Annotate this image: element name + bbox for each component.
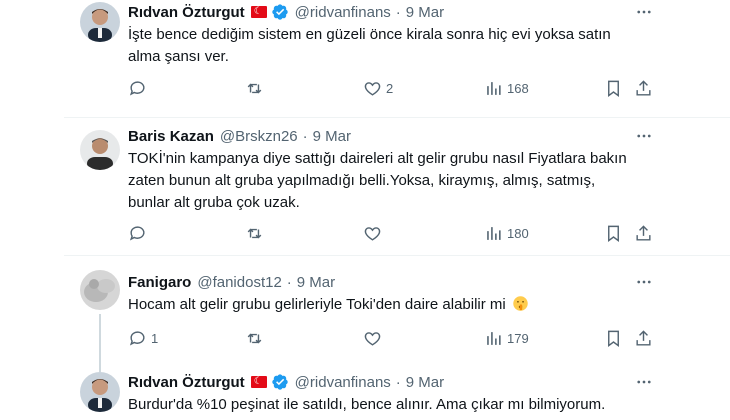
tweet-header: Rıdvan Özturgut ☾ @ridvanfinans · 9 Mar bbox=[128, 372, 444, 392]
author-handle[interactable]: @fanidost12 bbox=[197, 274, 281, 291]
separator-dot: · bbox=[286, 273, 292, 291]
views-count: 179 bbox=[507, 331, 529, 346]
separator-dot: · bbox=[395, 373, 401, 391]
retweet-button[interactable] bbox=[245, 329, 264, 348]
tweet-actions: 1 179 bbox=[118, 329, 658, 351]
turkey-flag-icon: ☾ bbox=[250, 6, 267, 18]
avatar[interactable] bbox=[80, 130, 120, 170]
author-handle[interactable]: @ridvanfinans bbox=[295, 4, 391, 21]
share-icon bbox=[636, 225, 651, 241]
tweet-text-line: alma şansı ver. bbox=[128, 48, 229, 65]
tweet-text: TOKİ'nin kampanya diye sattığı daireleri… bbox=[128, 148, 648, 214]
views-button[interactable]: 180 bbox=[484, 224, 529, 243]
retweet-icon bbox=[247, 228, 262, 239]
tweet-header: Rıdvan Özturgut ☾ @ridvanfinans · 9 Mar bbox=[128, 2, 444, 22]
tweet-header: Fanigaro @fanidost12 · 9 Mar bbox=[128, 272, 335, 292]
views-icon bbox=[487, 227, 501, 240]
tweet-text: İşte bence dediğim sistem en güzeli önce… bbox=[128, 24, 648, 68]
retweet-icon bbox=[247, 333, 262, 344]
tweet-text-line: bunlar alt gruba çok uzak. bbox=[128, 194, 300, 211]
tweet-date[interactable]: 9 Mar bbox=[406, 374, 444, 391]
tweet-actions: 180 bbox=[118, 224, 658, 246]
views-count: 168 bbox=[507, 81, 529, 96]
views-icon bbox=[487, 332, 501, 345]
tweet-header: Baris Kazan @Brskzn26 · 9 Mar bbox=[128, 126, 351, 146]
tweet-date[interactable]: 9 Mar bbox=[297, 274, 335, 291]
share-button[interactable] bbox=[634, 224, 653, 243]
author-name[interactable]: Baris Kazan bbox=[128, 128, 214, 145]
retweet-button[interactable] bbox=[245, 79, 268, 98]
share-icon bbox=[636, 330, 651, 346]
tweet-actions: 2 168 bbox=[118, 79, 658, 101]
author-name[interactable]: Fanigaro bbox=[128, 274, 191, 291]
tweet-3[interactable]: Fanigaro @fanidost12 · 9 Mar Hocam alt g… bbox=[0, 256, 730, 372]
reply-icon bbox=[129, 226, 145, 241]
retweet-icon bbox=[247, 83, 262, 94]
more-horizontal-icon[interactable] bbox=[634, 2, 654, 22]
tweet-text-line: TOKİ'nin kampanya diye sattığı daireleri… bbox=[128, 150, 627, 167]
share-button[interactable] bbox=[634, 79, 653, 98]
turkey-flag-icon: ☾ bbox=[250, 376, 267, 388]
reply-count: 1 bbox=[151, 331, 159, 346]
verified-badge-icon bbox=[271, 4, 288, 20]
views-button[interactable]: 179 bbox=[484, 329, 529, 348]
reply-button[interactable] bbox=[128, 224, 147, 243]
tweet-2[interactable]: Baris Kazan @Brskzn26 · 9 Mar TOKİ'nin k… bbox=[0, 118, 730, 255]
bookmark-icon bbox=[608, 80, 619, 98]
tweet-date[interactable]: 9 Mar bbox=[406, 4, 444, 21]
verified-badge-icon bbox=[271, 374, 288, 390]
tweet-4[interactable]: Rıdvan Özturgut ☾ @ridvanfinans · 9 Mar … bbox=[0, 356, 730, 420]
heart-icon bbox=[364, 227, 381, 241]
tweet-1[interactable]: Rıdvan Özturgut ☾ @ridvanfinans · 9 Mar … bbox=[0, 0, 730, 118]
reply-button[interactable]: 1 bbox=[128, 329, 158, 348]
tweet-text-line: Burdur'da %10 peşinat ile satıldı, bence… bbox=[128, 396, 606, 413]
like-button[interactable] bbox=[363, 329, 382, 348]
tweet-text: Burdur'da %10 peşinat ile satıldı, bence… bbox=[128, 394, 648, 416]
like-button[interactable]: 2 bbox=[363, 79, 393, 98]
tweet-text-line: İşte bence dediğim sistem en güzeli önce… bbox=[128, 26, 611, 43]
tweet-text: Hocam alt gelir grubu gelirleriyle Toki'… bbox=[128, 294, 648, 316]
like-count: 2 bbox=[386, 81, 394, 96]
avatar[interactable] bbox=[80, 2, 120, 42]
separator-dot: · bbox=[302, 127, 308, 145]
more-horizontal-icon[interactable] bbox=[634, 272, 654, 292]
avatar[interactable] bbox=[80, 270, 120, 310]
more-horizontal-icon[interactable] bbox=[634, 126, 654, 146]
tweet-date[interactable]: 9 Mar bbox=[313, 128, 351, 145]
views-count: 180 bbox=[507, 226, 529, 241]
author-handle[interactable]: @ridvanfinans bbox=[295, 374, 391, 391]
heart-icon bbox=[364, 82, 381, 96]
bookmark-button[interactable] bbox=[604, 329, 623, 348]
like-button[interactable] bbox=[363, 224, 382, 243]
bookmark-button[interactable] bbox=[604, 79, 623, 98]
author-name[interactable]: Rıdvan Özturgut bbox=[128, 4, 245, 21]
retweet-button[interactable] bbox=[245, 224, 264, 243]
share-button[interactable] bbox=[634, 329, 653, 348]
views-button[interactable]: 168 bbox=[484, 79, 529, 98]
bookmark-button[interactable] bbox=[604, 224, 623, 243]
reply-button[interactable] bbox=[128, 79, 151, 98]
reply-icon bbox=[129, 81, 145, 96]
author-name[interactable]: Rıdvan Özturgut bbox=[128, 374, 245, 391]
share-icon bbox=[636, 80, 651, 96]
views-icon bbox=[487, 82, 501, 95]
tweet-text-line: zaten bunun alt gruba yapılmadığı belli.… bbox=[128, 172, 596, 189]
bookmark-icon bbox=[608, 225, 619, 243]
more-horizontal-icon[interactable] bbox=[634, 372, 654, 392]
tweet-text-line: Hocam alt gelir grubu gelirleriyle Toki'… bbox=[128, 296, 506, 313]
reply-icon bbox=[129, 331, 145, 346]
avatar[interactable] bbox=[80, 372, 120, 412]
separator-dot: · bbox=[395, 3, 401, 21]
bookmark-icon bbox=[608, 330, 619, 348]
author-handle[interactable]: @Brskzn26 bbox=[220, 128, 298, 145]
shushing-face-emoji bbox=[513, 296, 528, 311]
heart-icon bbox=[364, 332, 381, 346]
